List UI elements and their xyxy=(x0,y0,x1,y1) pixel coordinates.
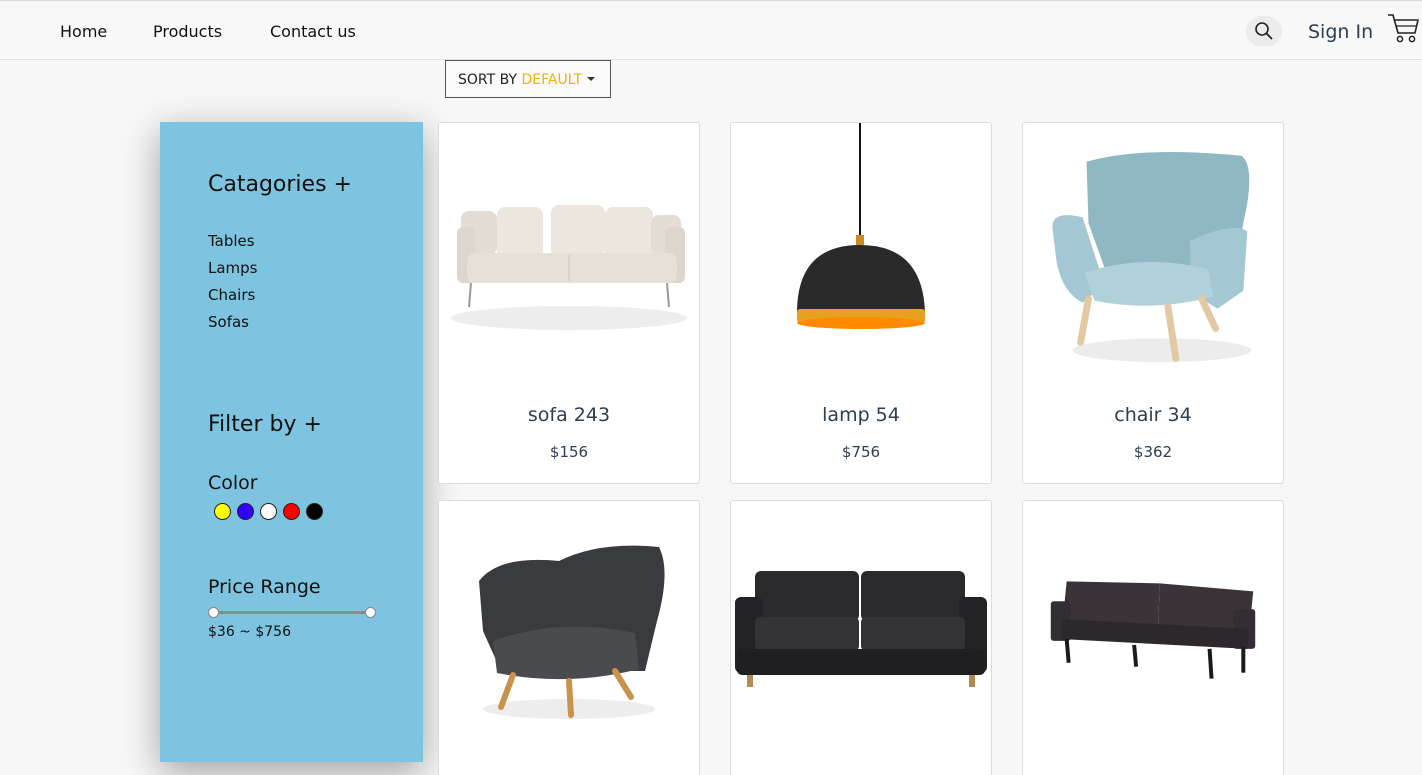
product-price: $756 xyxy=(841,443,881,461)
sort-dropdown[interactable]: SORT BY DEFAULT xyxy=(445,60,611,98)
price-range-label: Price Range xyxy=(208,576,321,598)
cart-icon xyxy=(1388,14,1419,43)
category-tables[interactable]: Tables xyxy=(208,232,255,250)
black-sofa-image xyxy=(731,501,991,763)
product-name: lamp 54 xyxy=(822,404,900,426)
categories-title[interactable]: Catagories + xyxy=(208,172,352,197)
top-navbar: Home Products Contact us Sign In xyxy=(0,0,1422,60)
sort-value: DEFAULT xyxy=(521,72,583,88)
color-swatch[interactable] xyxy=(260,503,277,520)
product-card[interactable] xyxy=(438,500,700,775)
nav-link-home[interactable]: Home xyxy=(60,22,107,41)
sign-in-link[interactable]: Sign In xyxy=(1308,21,1373,43)
price-range-value: $36 ~ $756 xyxy=(208,624,291,640)
product-name: chair 34 xyxy=(1114,404,1192,426)
color-swatch[interactable] xyxy=(237,503,254,520)
color-label: Color xyxy=(208,472,258,494)
category-chairs[interactable]: Chairs xyxy=(208,286,255,304)
caret-down-icon xyxy=(587,77,596,81)
price-range-max-handle[interactable] xyxy=(365,607,376,618)
product-card[interactable]: sofa 243 $156 xyxy=(438,122,700,484)
category-sofas[interactable]: Sofas xyxy=(208,313,249,331)
color-swatch[interactable] xyxy=(306,503,323,520)
product-card[interactable]: chair 34 $362 xyxy=(1022,122,1284,484)
price-range-min-handle[interactable] xyxy=(208,607,219,618)
product-card[interactable] xyxy=(1022,500,1284,775)
color-swatch[interactable] xyxy=(214,503,231,520)
search-button[interactable] xyxy=(1246,16,1282,46)
search-icon xyxy=(1255,22,1273,40)
price-range-track[interactable] xyxy=(212,611,370,614)
product-price: $362 xyxy=(1133,443,1173,461)
sort-prefix: SORT BY xyxy=(458,72,522,88)
beige-sofa-image xyxy=(439,123,699,385)
nav-link-products[interactable]: Products xyxy=(153,22,222,41)
nav-link-contact-us[interactable]: Contact us xyxy=(270,22,356,41)
dark-futon-sofa-image xyxy=(1023,502,1283,762)
filter-title[interactable]: Filter by + xyxy=(208,412,322,437)
light-blue-armchair-image xyxy=(1023,124,1283,384)
filter-sidebar: Catagories + Tables Lamps Chairs Sofas F… xyxy=(160,122,423,762)
category-lamps[interactable]: Lamps xyxy=(208,259,258,277)
product-price: $156 xyxy=(549,443,589,461)
product-card[interactable] xyxy=(730,500,992,775)
dark-gray-armchair-image xyxy=(439,501,699,763)
color-swatch[interactable] xyxy=(283,503,300,520)
product-card[interactable]: lamp 54 $756 xyxy=(730,122,992,484)
product-name: sofa 243 xyxy=(527,404,611,426)
black-pendant-lamp-image xyxy=(731,123,991,385)
cart-button[interactable] xyxy=(1386,11,1420,49)
